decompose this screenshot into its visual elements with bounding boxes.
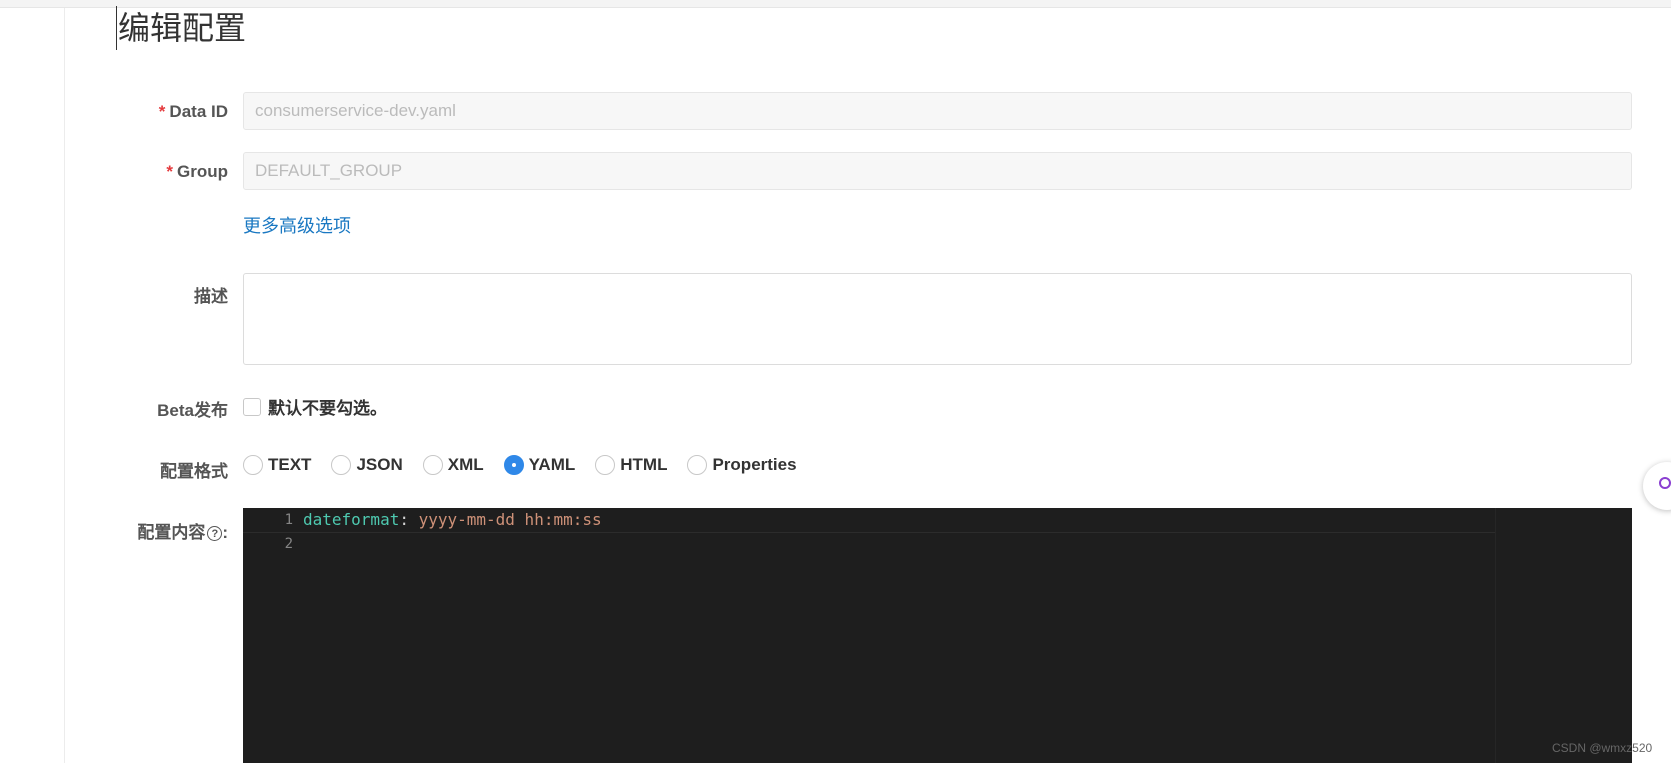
data-id-input[interactable]: consumerservice-dev.yaml (243, 92, 1632, 130)
floating-action-button[interactable] (1643, 462, 1671, 510)
group-input[interactable]: DEFAULT_GROUP (243, 152, 1632, 190)
beta-checkbox-wrap[interactable]: 默认不要勾选。 (243, 394, 387, 419)
radio-properties[interactable]: Properties (687, 455, 797, 475)
radio-text[interactable]: TEXT (243, 455, 311, 475)
editor-line: 1 dateformat: yyyy-mm-dd hh:mm:ss (243, 508, 1495, 533)
beta-checkbox[interactable] (243, 397, 261, 416)
radio-json[interactable]: JSON (331, 455, 403, 475)
data-id-label: * Data ID (158, 102, 228, 121)
content-label: 配置内容?: (137, 523, 228, 542)
radio-html[interactable]: HTML (595, 455, 667, 475)
radio-circle-checked[interactable] (503, 455, 524, 475)
format-label: 配置格式 (160, 462, 228, 481)
beta-checkbox-label: 默认不要勾选。 (268, 399, 387, 418)
line-number: 2 (284, 536, 293, 552)
format-radio-group: TEXT JSON XML YAML HTML Properties (243, 455, 817, 475)
assistant-icon (1659, 477, 1671, 489)
required-mark: * (166, 162, 173, 181)
editor-minimap (1495, 508, 1496, 763)
left-sidebar (0, 8, 65, 763)
advanced-options-link[interactable]: 更多高级选项 (243, 212, 351, 238)
group-label: * Group (166, 162, 228, 181)
code-editor[interactable]: 1 dateformat: yyyy-mm-dd hh:mm:ss 2 (243, 508, 1632, 763)
question-circle-icon[interactable]: ? (207, 526, 223, 542)
radio-circle[interactable] (687, 455, 708, 475)
radio-circle[interactable] (422, 455, 443, 475)
line-code: dateformat: yyyy-mm-dd hh:mm:ss (303, 510, 602, 529)
beta-label: Beta发布 (157, 401, 228, 420)
radio-xml[interactable]: XML (422, 455, 484, 475)
editor-line: 2 (243, 532, 1495, 556)
radio-circle[interactable] (331, 455, 352, 475)
line-number: 1 (284, 512, 293, 528)
radio-circle[interactable] (595, 455, 616, 475)
top-bar (0, 0, 1671, 8)
page-title: 编辑配置 (116, 6, 246, 50)
radio-yaml[interactable]: YAML (503, 455, 575, 475)
description-textarea[interactable] (243, 273, 1632, 365)
radio-circle[interactable] (243, 455, 263, 475)
watermark: CSDN @wmxz520 (1552, 741, 1653, 755)
required-mark: * (158, 102, 166, 121)
description-label: 描述 (194, 287, 228, 306)
